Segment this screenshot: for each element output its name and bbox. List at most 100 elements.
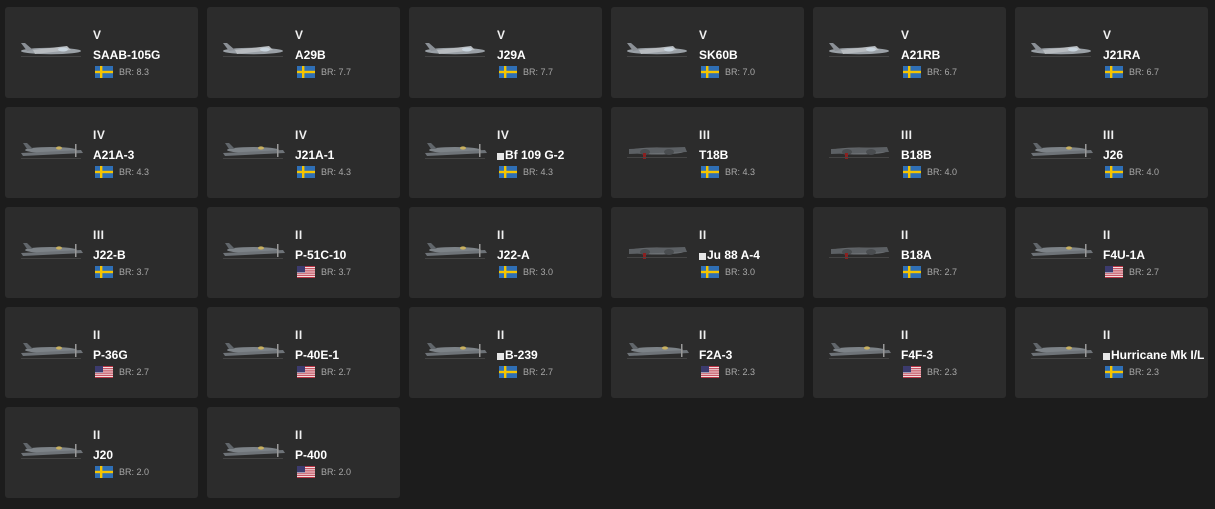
vehicle-battle-rating: BR: 4.3 [725, 167, 756, 177]
vehicle-rank: II [1103, 328, 1111, 342]
premium-icon [497, 353, 504, 360]
vehicle-rank: III [93, 228, 105, 242]
prop-plane-icon [425, 143, 487, 159]
vehicle-rank: V [1103, 28, 1112, 42]
vehicle-card[interactable]: III J22-B BR: 3.7 [5, 207, 198, 298]
sweden-flag-icon [701, 166, 719, 178]
vehicle-card[interactable]: V A21RB BR: 6.7 [813, 7, 1006, 98]
vehicle-card[interactable]: II J22-A BR: 3.0 [409, 207, 602, 298]
vehicle-name: T18B [699, 148, 728, 162]
sweden-flag-icon [1105, 366, 1123, 378]
vehicle-battle-rating: BR: 2.0 [321, 467, 352, 477]
vehicle-battle-rating: BR: 6.7 [1129, 67, 1160, 77]
vehicle-battle-rating: BR: 4.3 [321, 167, 352, 177]
sweden-flag-icon [903, 166, 921, 178]
vehicle-name-text: B18A [901, 248, 932, 262]
sweden-flag-icon [903, 66, 921, 78]
premium-icon [699, 253, 706, 260]
usa-flag-icon [903, 366, 921, 378]
vehicle-name-text: F4U-1A [1103, 248, 1146, 262]
vehicle-card[interactable]: II P-40E-1 BR: 2.7 [207, 307, 400, 398]
vehicle-card[interactable]: III T18B BR: 4.3 [611, 107, 804, 198]
prop-plane-icon [1031, 243, 1093, 259]
vehicle-rank: IV [497, 128, 510, 142]
twin-engine-icon [829, 147, 889, 159]
vehicle-card[interactable]: IV J21A-1 BR: 4.3 [207, 107, 400, 198]
vehicle-grid: V SAAB-105G BR: 8.3 V A29B BR: 7.7 V J29… [5, 7, 1208, 498]
vehicle-battle-rating: BR: 2.7 [523, 367, 554, 377]
vehicle-rank: II [295, 428, 303, 442]
vehicle-card[interactable]: II J20 BR: 2.0 [5, 407, 198, 498]
vehicle-name: J20 [93, 448, 113, 462]
vehicle-battle-rating: BR: 7.0 [725, 67, 756, 77]
vehicle-battle-rating: BR: 3.7 [321, 267, 352, 277]
vehicle-name-text: B-239 [505, 348, 538, 362]
twin-engine-icon [627, 247, 687, 259]
vehicle-card[interactable]: II F4U-1A BR: 2.7 [1015, 207, 1208, 298]
vehicle-card[interactable]: IV A21A-3 BR: 4.3 [5, 107, 198, 198]
prop-plane-icon [1031, 343, 1093, 359]
vehicle-name-text: T18B [699, 148, 729, 162]
vehicle-card[interactable]: II B18A BR: 2.7 [813, 207, 1006, 298]
vehicle-rank: II [93, 428, 101, 442]
vehicle-name-text: Hurricane Mk I/L [1111, 348, 1205, 362]
vehicle-card[interactable]: II F4F-3 BR: 2.3 [813, 307, 1006, 398]
sweden-flag-icon [499, 366, 517, 378]
vehicle-name: J22-B [93, 248, 126, 262]
vehicle-battle-rating: BR: 2.7 [927, 267, 958, 277]
prop-plane-icon [223, 443, 285, 459]
vehicle-card[interactable]: II F2A-3 BR: 2.3 [611, 307, 804, 398]
vehicle-name-text: B18B [901, 148, 932, 162]
vehicle-card[interactable]: V J21RA BR: 6.7 [1015, 7, 1208, 98]
vehicle-name: B18B [901, 148, 932, 162]
vehicle-name: Ju 88 A-4 [699, 248, 760, 262]
usa-flag-icon [701, 366, 719, 378]
vehicle-name: J26 [1103, 148, 1123, 162]
vehicle-card[interactable]: III B18B BR: 4.0 [813, 107, 1006, 198]
sweden-flag-icon [95, 66, 113, 78]
sweden-flag-icon [297, 166, 315, 178]
vehicle-card[interactable]: II P-51C-10 BR: 3.7 [207, 207, 400, 298]
sweden-flag-icon [499, 266, 517, 278]
vehicle-card[interactable]: II Hurricane Mk I/L BR: 2.3 [1015, 307, 1208, 398]
vehicle-card[interactable]: V J29A BR: 7.7 [409, 7, 602, 98]
sweden-flag-icon [499, 166, 517, 178]
vehicle-battle-rating: BR: 3.7 [119, 267, 150, 277]
vehicle-rank: II [699, 228, 707, 242]
vehicle-card[interactable]: III J26 BR: 4.0 [1015, 107, 1208, 198]
vehicle-name-text: A29B [295, 48, 326, 62]
vehicle-card[interactable]: II P-36G BR: 2.7 [5, 307, 198, 398]
prop-plane-icon [21, 143, 83, 159]
vehicle-card[interactable]: II B-239 BR: 2.7 [409, 307, 602, 398]
vehicle-card[interactable]: V SK60B BR: 7.0 [611, 7, 804, 98]
vehicle-rank: IV [295, 128, 308, 142]
prop-plane-icon [425, 343, 487, 359]
jet-icon [21, 43, 81, 57]
sweden-flag-icon [701, 66, 719, 78]
vehicle-name: P-400 [295, 448, 327, 462]
vehicle-battle-rating: BR: 4.0 [927, 167, 958, 177]
vehicle-rank: II [1103, 228, 1111, 242]
vehicle-card[interactable]: V SAAB-105G BR: 8.3 [5, 7, 198, 98]
premium-icon [1103, 353, 1110, 360]
vehicle-card[interactable]: II Ju 88 A-4 BR: 3.0 [611, 207, 804, 298]
vehicle-name: B-239 [497, 348, 538, 362]
vehicle-name: F4U-1A [1103, 248, 1145, 262]
vehicle-name-text: F4F-3 [901, 348, 934, 362]
vehicle-card[interactable]: II P-400 BR: 2.0 [207, 407, 400, 498]
vehicle-card[interactable]: IV Bf 109 G-2 BR: 4.3 [409, 107, 602, 198]
vehicle-name: J21A-1 [295, 148, 334, 162]
vehicle-rank: III [1103, 128, 1115, 142]
prop-plane-icon [425, 243, 487, 259]
vehicle-name-text: J20 [93, 448, 114, 462]
vehicle-battle-rating: BR: 6.7 [927, 67, 958, 77]
vehicle-rank: V [699, 28, 708, 42]
vehicle-name-text: A21A-3 [93, 148, 135, 162]
vehicle-card[interactable]: V A29B BR: 7.7 [207, 7, 400, 98]
vehicle-rank: II [93, 328, 101, 342]
vehicle-name: A21A-3 [93, 148, 134, 162]
prop-plane-icon [223, 143, 285, 159]
prop-plane-icon [223, 343, 285, 359]
prop-plane-icon [21, 443, 83, 459]
vehicle-battle-rating: BR: 3.0 [523, 267, 554, 277]
